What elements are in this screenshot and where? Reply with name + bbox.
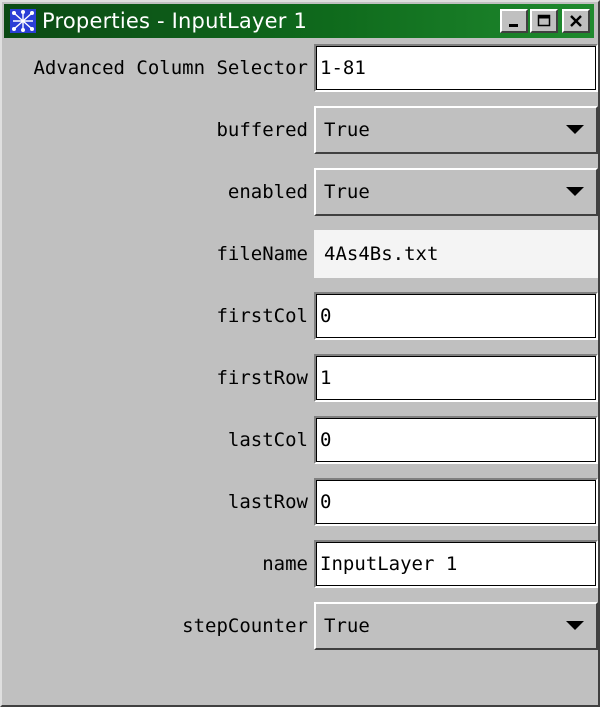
property-row-lastrow: lastRow 0 bbox=[4, 474, 598, 530]
property-label: stepCounter bbox=[182, 615, 308, 637]
property-row-buffered: buffered True bbox=[4, 102, 598, 158]
property-row-stepcounter: stepCounter True bbox=[4, 598, 598, 654]
title-bar[interactable]: Properties - InputLayer 1 bbox=[4, 4, 594, 38]
firstrow-input[interactable]: 1 bbox=[314, 354, 598, 402]
property-label: firstCol bbox=[216, 305, 308, 327]
app-icon[interactable] bbox=[8, 7, 38, 35]
property-row-firstcol: firstCol 0 bbox=[4, 288, 598, 344]
maximize-icon bbox=[537, 14, 551, 27]
property-row-name: name InputLayer 1 bbox=[4, 536, 598, 592]
select-value: True bbox=[324, 119, 370, 141]
window-title: Properties - InputLayer 1 bbox=[42, 9, 308, 33]
minimize-button[interactable] bbox=[500, 9, 528, 33]
properties-window: Properties - InputLayer 1 Advanced Colum… bbox=[0, 0, 600, 707]
buffered-select[interactable]: True bbox=[314, 106, 598, 154]
chevron-down-icon[interactable] bbox=[566, 621, 584, 630]
select-value: True bbox=[324, 615, 370, 637]
property-row-lastcol: lastCol 0 bbox=[4, 412, 598, 468]
lastrow-input[interactable]: 0 bbox=[314, 478, 598, 526]
close-button[interactable] bbox=[562, 9, 590, 33]
property-row-advanced-column-selector: Advanced Column Selector 1-81 bbox=[4, 40, 598, 96]
property-label: Advanced Column Selector bbox=[33, 57, 308, 79]
enabled-select[interactable]: True bbox=[314, 168, 598, 216]
chevron-down-icon[interactable] bbox=[566, 125, 584, 134]
property-label: lastCol bbox=[227, 429, 308, 451]
maximize-button[interactable] bbox=[530, 9, 558, 33]
close-icon bbox=[570, 15, 582, 27]
name-input[interactable]: InputLayer 1 bbox=[314, 540, 598, 588]
firstcol-input[interactable]: 0 bbox=[314, 292, 598, 340]
property-label: buffered bbox=[216, 119, 308, 141]
property-label: firstRow bbox=[216, 367, 308, 389]
stepcounter-select[interactable]: True bbox=[314, 602, 598, 650]
property-label: name bbox=[262, 553, 308, 575]
minimize-icon bbox=[509, 24, 518, 27]
filename-field[interactable]: 4As4Bs.txt bbox=[314, 230, 598, 278]
chevron-down-icon[interactable] bbox=[566, 187, 584, 196]
property-row-enabled: enabled True bbox=[4, 164, 598, 220]
select-value: True bbox=[324, 181, 370, 203]
property-label: enabled bbox=[227, 181, 308, 203]
property-row-firstrow: firstRow 1 bbox=[4, 350, 598, 406]
window-controls bbox=[500, 9, 590, 33]
property-row-filename: fileName 4As4Bs.txt bbox=[4, 226, 598, 282]
advanced-column-selector-input[interactable]: 1-81 bbox=[314, 44, 598, 92]
lastcol-input[interactable]: 0 bbox=[314, 416, 598, 464]
property-label: lastRow bbox=[227, 491, 308, 513]
property-label: fileName bbox=[216, 243, 308, 265]
